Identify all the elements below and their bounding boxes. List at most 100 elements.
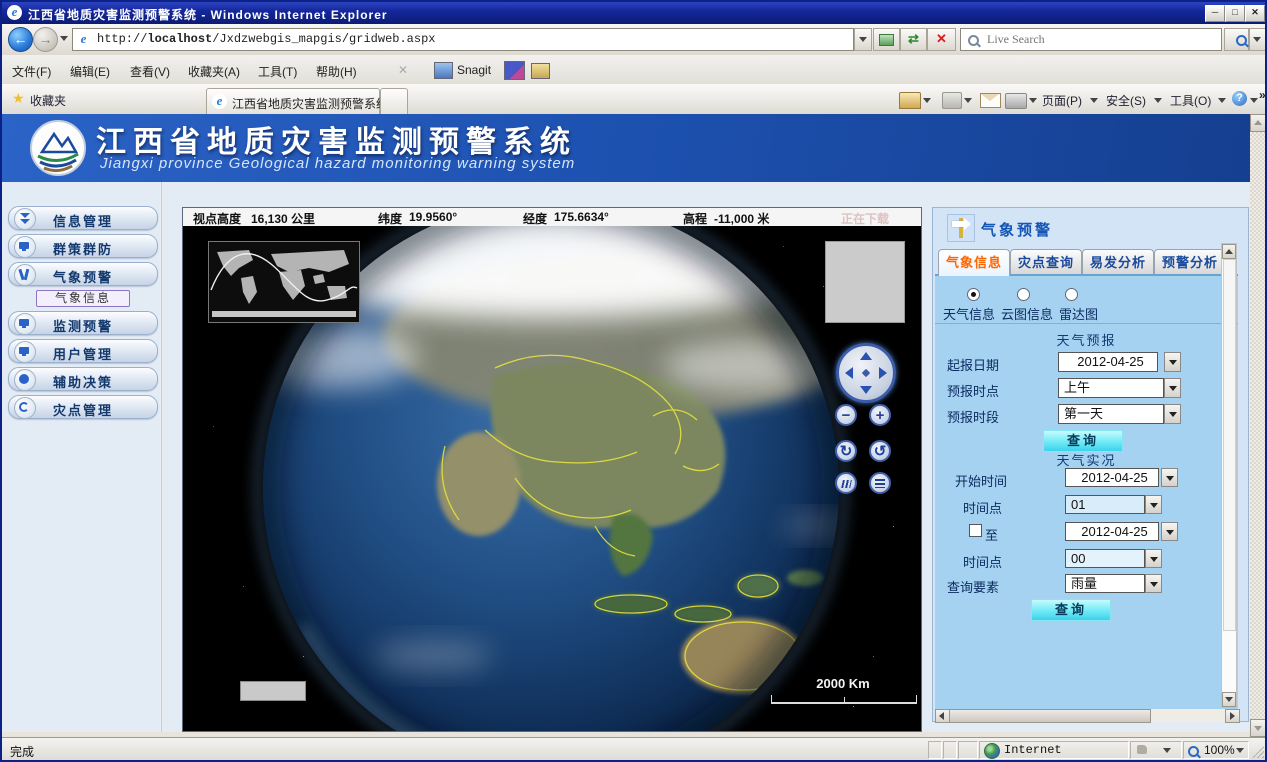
sidebar-item-weather-warning[interactable]: 气象预警 — [8, 262, 158, 286]
tools-dropdown-icon[interactable] — [1218, 98, 1226, 103]
tab-current-page[interactable]: e 江西省地质灾害监测预警系统 — [206, 88, 380, 114]
sidebar-item-user-management[interactable]: 用户管理 — [8, 339, 158, 363]
page-scroll-down-button[interactable] — [1250, 719, 1267, 737]
forward-button[interactable]: → — [33, 27, 58, 52]
menu-edit[interactable]: 编辑(E) — [70, 63, 110, 80]
menu-help[interactable]: 帮助(H) — [316, 63, 357, 80]
rss-icon[interactable] — [942, 92, 962, 109]
scroll-down-button[interactable] — [1222, 692, 1236, 707]
protected-mode-dropdown-icon[interactable] — [1163, 748, 1171, 753]
forecast-query-button[interactable]: 查询 — [1043, 430, 1123, 452]
search-box[interactable] — [960, 28, 1222, 51]
zoom-cell[interactable]: 100% — [1183, 741, 1249, 759]
hscroll-thumb[interactable] — [949, 709, 1151, 723]
snagit-label[interactable]: Snagit — [457, 63, 491, 77]
sidebar-item-hazard-management[interactable]: 灾点管理 — [8, 395, 158, 419]
radio-weather-info[interactable] — [967, 288, 980, 301]
radio-cloud-image[interactable] — [1017, 288, 1030, 301]
home-dropdown-icon[interactable] — [923, 98, 931, 103]
until-date-select[interactable]: 2012-04-25 — [1065, 522, 1159, 541]
tab-warning-analysis[interactable]: 预警分析 — [1154, 249, 1226, 275]
search-options-button[interactable] — [1249, 28, 1266, 51]
actual-start-dropdown[interactable] — [1161, 468, 1178, 487]
help-dropdown-icon[interactable] — [1250, 98, 1258, 103]
command-safety[interactable]: 安全(S) — [1106, 92, 1146, 109]
zoom-out-button[interactable]: − — [835, 404, 857, 426]
actual-hour-dropdown[interactable] — [1145, 495, 1162, 514]
element-select[interactable]: 雨量 — [1065, 574, 1145, 593]
radio-label-weather[interactable]: 天气信息 — [943, 304, 995, 323]
zoom-in-button[interactable]: + — [869, 404, 891, 426]
page-scrollbar[interactable] — [1250, 114, 1267, 737]
actual-start-select[interactable]: 2012-04-25 — [1065, 468, 1159, 487]
print-icon[interactable] — [1005, 93, 1027, 109]
snagit-capture-icon[interactable] — [504, 61, 525, 80]
command-page[interactable]: 页面(P) — [1042, 92, 1082, 109]
menu-tools[interactable]: 工具(T) — [258, 63, 297, 80]
zoom-dropdown-icon[interactable] — [1236, 748, 1244, 753]
globe-canvas[interactable]: − + ↻ ↺ 2000 Km — [183, 226, 921, 731]
forecast-period-select[interactable]: 第一天 — [1058, 404, 1164, 424]
search-go-button[interactable] — [1224, 28, 1249, 51]
pan-left-icon[interactable] — [845, 367, 853, 379]
actual-hour-select[interactable]: 01 — [1065, 495, 1145, 514]
until-checkbox[interactable] — [969, 524, 982, 537]
maximize-button[interactable]: □ — [1225, 5, 1245, 22]
page-scroll-up-button[interactable] — [1250, 114, 1267, 132]
compatibility-button[interactable] — [873, 28, 900, 51]
sidebar-item-decision-support[interactable]: 辅助决策 — [8, 367, 158, 391]
menu-file[interactable]: 文件(F) — [12, 63, 51, 80]
panel-horizontal-scrollbar[interactable] — [935, 709, 1238, 722]
history-dropdown-icon[interactable] — [60, 36, 68, 41]
tilt-reset-button[interactable] — [869, 472, 891, 494]
until-hour-select[interactable]: 00 — [1065, 549, 1145, 568]
sidebar-item-info-management[interactable]: 信息管理 — [8, 206, 158, 230]
search-input[interactable] — [985, 31, 1189, 48]
forecast-period-dropdown[interactable] — [1164, 404, 1181, 424]
scroll-up-button[interactable] — [1222, 244, 1236, 259]
forecast-date-dropdown[interactable] — [1164, 352, 1181, 372]
new-tab-stub[interactable] — [380, 88, 408, 114]
tilt-up-button[interactable] — [835, 472, 857, 494]
rotate-right-button[interactable]: ↺ — [869, 440, 891, 462]
scroll-right-button[interactable] — [1225, 709, 1240, 723]
sidebar-item-group-prevention[interactable]: 群策群防 — [8, 234, 158, 258]
radio-label-radar[interactable]: 雷达图 — [1059, 304, 1098, 323]
command-tools[interactable]: 工具(O) — [1170, 92, 1211, 109]
sidebar-item-monitor-warning[interactable]: 监测预警 — [8, 311, 158, 335]
page-dropdown-icon[interactable] — [1090, 98, 1098, 103]
scroll-left-button[interactable] — [935, 709, 950, 723]
scroll-thumb[interactable] — [1223, 259, 1236, 631]
url-field[interactable]: e http://localhost/Jxdzwebgis_mapgis/gri… — [72, 28, 854, 51]
overview-map[interactable] — [208, 241, 360, 323]
close-button[interactable]: ✕ — [1245, 5, 1265, 22]
forecast-date-select[interactable]: 2012-04-25 — [1058, 352, 1158, 372]
panel-vertical-scrollbar[interactable] — [1221, 243, 1237, 708]
tab-hazard-query[interactable]: 灾点查询 — [1010, 249, 1082, 275]
stop-button[interactable]: ✕ — [927, 28, 956, 51]
snagit-icon[interactable] — [434, 62, 453, 79]
element-dropdown[interactable] — [1145, 574, 1162, 593]
pan-down-icon[interactable] — [860, 386, 872, 394]
rotate-left-button[interactable]: ↻ — [835, 440, 857, 462]
forecast-time-dropdown[interactable] — [1164, 378, 1181, 398]
url-dropdown-button[interactable] — [854, 28, 872, 51]
until-date-dropdown[interactable] — [1161, 522, 1178, 541]
print-dropdown-icon[interactable] — [1029, 98, 1037, 103]
rss-dropdown-icon[interactable] — [964, 98, 972, 103]
menu-view[interactable]: 查看(V) — [130, 63, 170, 80]
refresh-button[interactable]: ⇄ — [900, 28, 927, 51]
mail-icon[interactable] — [980, 93, 1001, 108]
sidebar-submenu-weather-info[interactable]: 气象信息 — [36, 290, 130, 307]
back-button[interactable]: ← — [8, 27, 33, 52]
radio-radar-image[interactable] — [1065, 288, 1078, 301]
home-icon[interactable] — [899, 92, 921, 109]
safety-dropdown-icon[interactable] — [1154, 98, 1162, 103]
protected-mode-cell[interactable] — [1130, 741, 1182, 759]
until-hour-dropdown[interactable] — [1145, 549, 1162, 568]
actual-query-button[interactable]: 查询 — [1031, 599, 1111, 621]
forecast-time-select[interactable]: 上午 — [1058, 378, 1164, 398]
favorites-star-icon[interactable]: ★ — [12, 90, 25, 107]
pan-up-icon[interactable] — [860, 352, 872, 360]
pan-control[interactable] — [836, 343, 896, 403]
